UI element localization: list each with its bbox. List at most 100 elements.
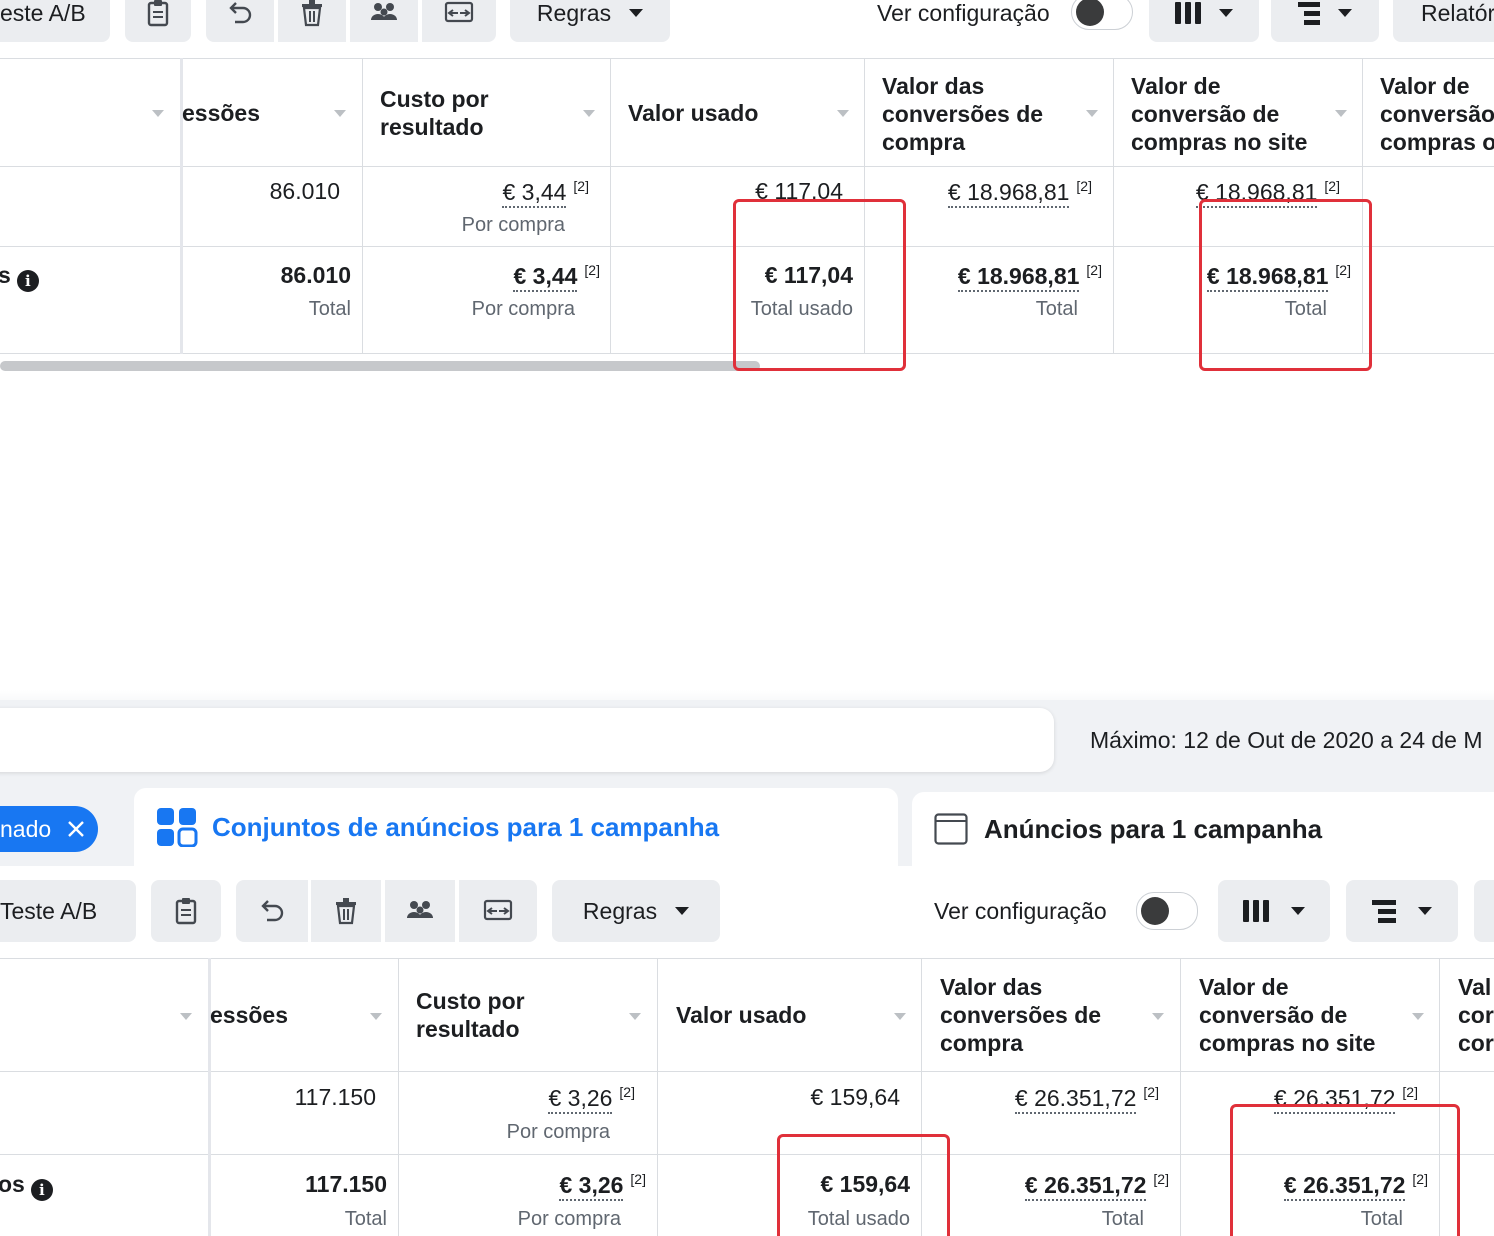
- row1-cost-per-result[interactable]: € 3,44 [2]: [502, 178, 589, 208]
- chevron-down-icon: [629, 9, 644, 17]
- total-label: os: [0, 1171, 25, 1197]
- sort-icon[interactable]: [1152, 1013, 1164, 1020]
- sort-icon[interactable]: [894, 1013, 906, 1020]
- row1-cost-per-result[interactable]: € 3,26 [2]: [548, 1084, 635, 1114]
- divider: [0, 1071, 1494, 1072]
- header-purchase-conv-value[interactable]: Valor das conversões de compra: [940, 973, 1101, 1057]
- total-row-label: os i: [0, 1171, 53, 1201]
- header-label: essões: [210, 1002, 289, 1028]
- close-icon[interactable]: [67, 820, 85, 838]
- ab-test-button[interactable]: Teste A/B: [0, 880, 136, 942]
- header-amount-spent[interactable]: Valor usado: [628, 99, 758, 127]
- breakdown-dropdown[interactable]: [1346, 880, 1458, 942]
- rules-dropdown[interactable]: Regras: [510, 0, 670, 42]
- edit-button[interactable]: [422, 0, 496, 42]
- sort-icon[interactable]: [370, 1013, 382, 1020]
- columns-dropdown[interactable]: [1149, 0, 1259, 42]
- cost-value[interactable]: € 3,26: [548, 1084, 613, 1114]
- undo-button[interactable]: [236, 880, 308, 942]
- header-website-purchase-value[interactable]: Valor de conversão de compras no site: [1131, 72, 1307, 156]
- header-label: compra: [940, 1030, 1024, 1056]
- delete-button[interactable]: [278, 0, 346, 42]
- duplicate-button[interactable]: [125, 0, 191, 42]
- view-config-toggle[interactable]: [1071, 0, 1133, 30]
- columns-dropdown[interactable]: [1218, 880, 1330, 942]
- reports-dropdown[interactable]: Relatór: [1393, 0, 1494, 42]
- header-label: Valor de: [1199, 974, 1289, 1000]
- header-purchase-conv-value[interactable]: Valor das conversões de compra: [882, 72, 1043, 156]
- header-impressions[interactable]: essões: [210, 1001, 288, 1029]
- sort-icon[interactable]: [1412, 1013, 1424, 1020]
- sort-icon[interactable]: [629, 1013, 641, 1020]
- total-purchase-conv-value[interactable]: € 26.351,72 [2]: [1024, 1171, 1169, 1201]
- swap-icon: [444, 1, 474, 23]
- header-offline-purchase-value[interactable]: Valor de conversão compras o: [1380, 72, 1494, 156]
- row1-purchase-conv-value[interactable]: € 18.968,81 [2]: [947, 178, 1092, 208]
- total-cost-per-result[interactable]: € 3,44 [2]: [513, 262, 600, 292]
- highlight-box: [1199, 199, 1372, 371]
- header-label: Valor das: [882, 73, 985, 99]
- sort-icon[interactable]: [334, 110, 346, 117]
- chevron-down-icon: [1338, 9, 1352, 17]
- row1-cost-sub: Por compra: [506, 1121, 610, 1143]
- delete-button[interactable]: [311, 880, 381, 942]
- total-impressions: 86.010: [280, 262, 351, 288]
- header-amount-spent[interactable]: Valor usado: [676, 1001, 806, 1029]
- info-icon[interactable]: i: [30, 1179, 53, 1201]
- horizontal-scrollbar[interactable]: [0, 361, 760, 371]
- date-range-picker[interactable]: Máximo: 12 de Out de 2020 a 24 de M: [1060, 708, 1494, 772]
- undo-button[interactable]: [206, 0, 274, 42]
- grid-icon: [157, 808, 198, 847]
- clipboard-icon: [147, 0, 169, 27]
- cost-value[interactable]: € 3,44: [502, 178, 567, 208]
- audience-button[interactable]: [385, 880, 455, 942]
- chevron-down-icon: [675, 907, 690, 915]
- header-label: Val: [1458, 974, 1492, 1000]
- header-label: compras no site: [1199, 1030, 1376, 1056]
- chevron-down-icon: [1219, 9, 1233, 17]
- sort-icon[interactable]: [583, 110, 595, 117]
- cost-value[interactable]: € 3,26: [559, 1171, 624, 1201]
- edit-button[interactable]: [459, 880, 537, 942]
- header-label: compras no site: [1131, 129, 1308, 155]
- header-offline-purchase-value[interactable]: Val cor cor: [1458, 973, 1494, 1057]
- ad-icon: [934, 813, 968, 845]
- tab-label: Anúncios para 1 campanha: [984, 813, 1323, 844]
- tab-ads[interactable]: Anúncios para 1 campanha: [912, 792, 1494, 866]
- ab-test-label: este A/B: [0, 0, 86, 26]
- sort-icon[interactable]: [837, 110, 849, 117]
- sort-icon[interactable]: [1335, 110, 1347, 117]
- total-cost-per-result[interactable]: € 3,26 [2]: [559, 1171, 646, 1201]
- total-label: s: [0, 262, 11, 288]
- conv-value[interactable]: € 26.351,72: [1014, 1084, 1137, 1114]
- sort-icon[interactable]: [180, 1013, 192, 1020]
- sort-icon[interactable]: [1086, 110, 1098, 117]
- breakdown-dropdown[interactable]: [1271, 0, 1379, 42]
- view-config-toggle[interactable]: [1136, 892, 1198, 930]
- highlight-box: [777, 1134, 950, 1236]
- conv-value[interactable]: € 26.351,72: [1024, 1171, 1147, 1201]
- selected-filter-chip[interactable]: nado: [0, 806, 98, 852]
- reports-dropdown[interactable]: [1474, 880, 1494, 942]
- frozen-column-divider: [208, 958, 211, 1236]
- duplicate-button[interactable]: [151, 880, 221, 942]
- sort-icon[interactable]: [152, 110, 164, 117]
- header-label: conversão de: [1199, 1002, 1348, 1028]
- tab-adsets[interactable]: Conjuntos de anúncios para 1 campanha: [134, 788, 898, 866]
- ab-test-button[interactable]: este A/B: [0, 0, 110, 42]
- cost-value[interactable]: € 3,44: [513, 262, 578, 292]
- info-icon[interactable]: i: [16, 270, 39, 292]
- conv-value[interactable]: € 18.968,81: [957, 262, 1080, 292]
- conv-value[interactable]: € 18.968,81: [947, 178, 1070, 208]
- footnote: [2]: [1086, 262, 1102, 278]
- header-impressions[interactable]: essões: [182, 99, 260, 127]
- header-website-purchase-value[interactable]: Valor de conversão de compras no site: [1199, 973, 1375, 1057]
- search-filter-input[interactable]: [0, 708, 1054, 772]
- rules-dropdown[interactable]: Regras: [552, 880, 720, 942]
- total-purchase-conv-value[interactable]: € 18.968,81 [2]: [957, 262, 1102, 292]
- header-cost-per-result[interactable]: Custo por resultado: [380, 85, 489, 141]
- row1-purchase-conv-value[interactable]: € 26.351,72 [2]: [1014, 1084, 1159, 1114]
- audience-button[interactable]: [350, 0, 418, 42]
- total-purchase-conv-sub: Total: [1035, 298, 1078, 320]
- header-cost-per-result[interactable]: Custo por resultado: [416, 987, 525, 1043]
